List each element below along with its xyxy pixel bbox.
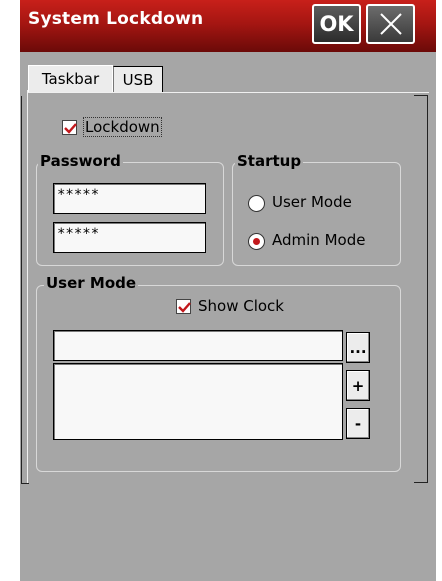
program-path-field[interactable] <box>53 330 343 361</box>
ok-button[interactable]: OK <box>312 4 361 44</box>
browse-button[interactable]: ... <box>346 332 370 363</box>
admin-mode-radio[interactable] <box>248 233 265 250</box>
window-border-right <box>436 0 442 581</box>
title-bar: System Lockdown OK <box>20 0 436 52</box>
tab-taskbar[interactable]: Taskbar <box>28 65 113 92</box>
checkmark-icon <box>178 302 191 313</box>
tab-taskbar-label: Taskbar <box>41 70 100 88</box>
checkmark-icon <box>64 123 77 134</box>
ok-button-label: OK <box>319 12 354 36</box>
show-clock-label: Show Clock <box>198 297 284 315</box>
user-mode-radio[interactable] <box>248 195 265 212</box>
system-lockdown-window: System Lockdown OK Taskbar USB Lockdown … <box>0 0 442 581</box>
program-list[interactable] <box>53 363 343 440</box>
add-button-label: + <box>351 376 365 395</box>
password-group-title: Password <box>38 152 123 170</box>
password-confirm-field[interactable]: ***** <box>53 222 206 253</box>
add-button[interactable]: + <box>346 370 370 401</box>
startup-group <box>232 162 401 266</box>
radio-selected-dot <box>253 238 260 245</box>
tab-usb-label: USB <box>122 70 154 89</box>
remove-button-label: - <box>354 414 362 433</box>
user-mode-radio-label: User Mode <box>272 193 352 211</box>
user-mode-group-title: User Mode <box>44 274 139 292</box>
admin-mode-radio-label: Admin Mode <box>272 231 366 249</box>
remove-button[interactable]: - <box>346 408 370 439</box>
close-icon <box>379 13 402 35</box>
close-button[interactable] <box>366 4 415 44</box>
window-border-left <box>0 0 20 581</box>
lockdown-checkbox[interactable] <box>62 120 77 135</box>
browse-button-label: ... <box>349 338 367 357</box>
startup-group-title: Startup <box>235 152 304 170</box>
tab-usb[interactable]: USB <box>113 66 163 92</box>
window-title: System Lockdown <box>28 9 204 29</box>
show-clock-checkbox[interactable] <box>176 299 191 314</box>
password-field[interactable]: ***** <box>53 183 206 214</box>
lockdown-label: Lockdown <box>83 117 162 137</box>
